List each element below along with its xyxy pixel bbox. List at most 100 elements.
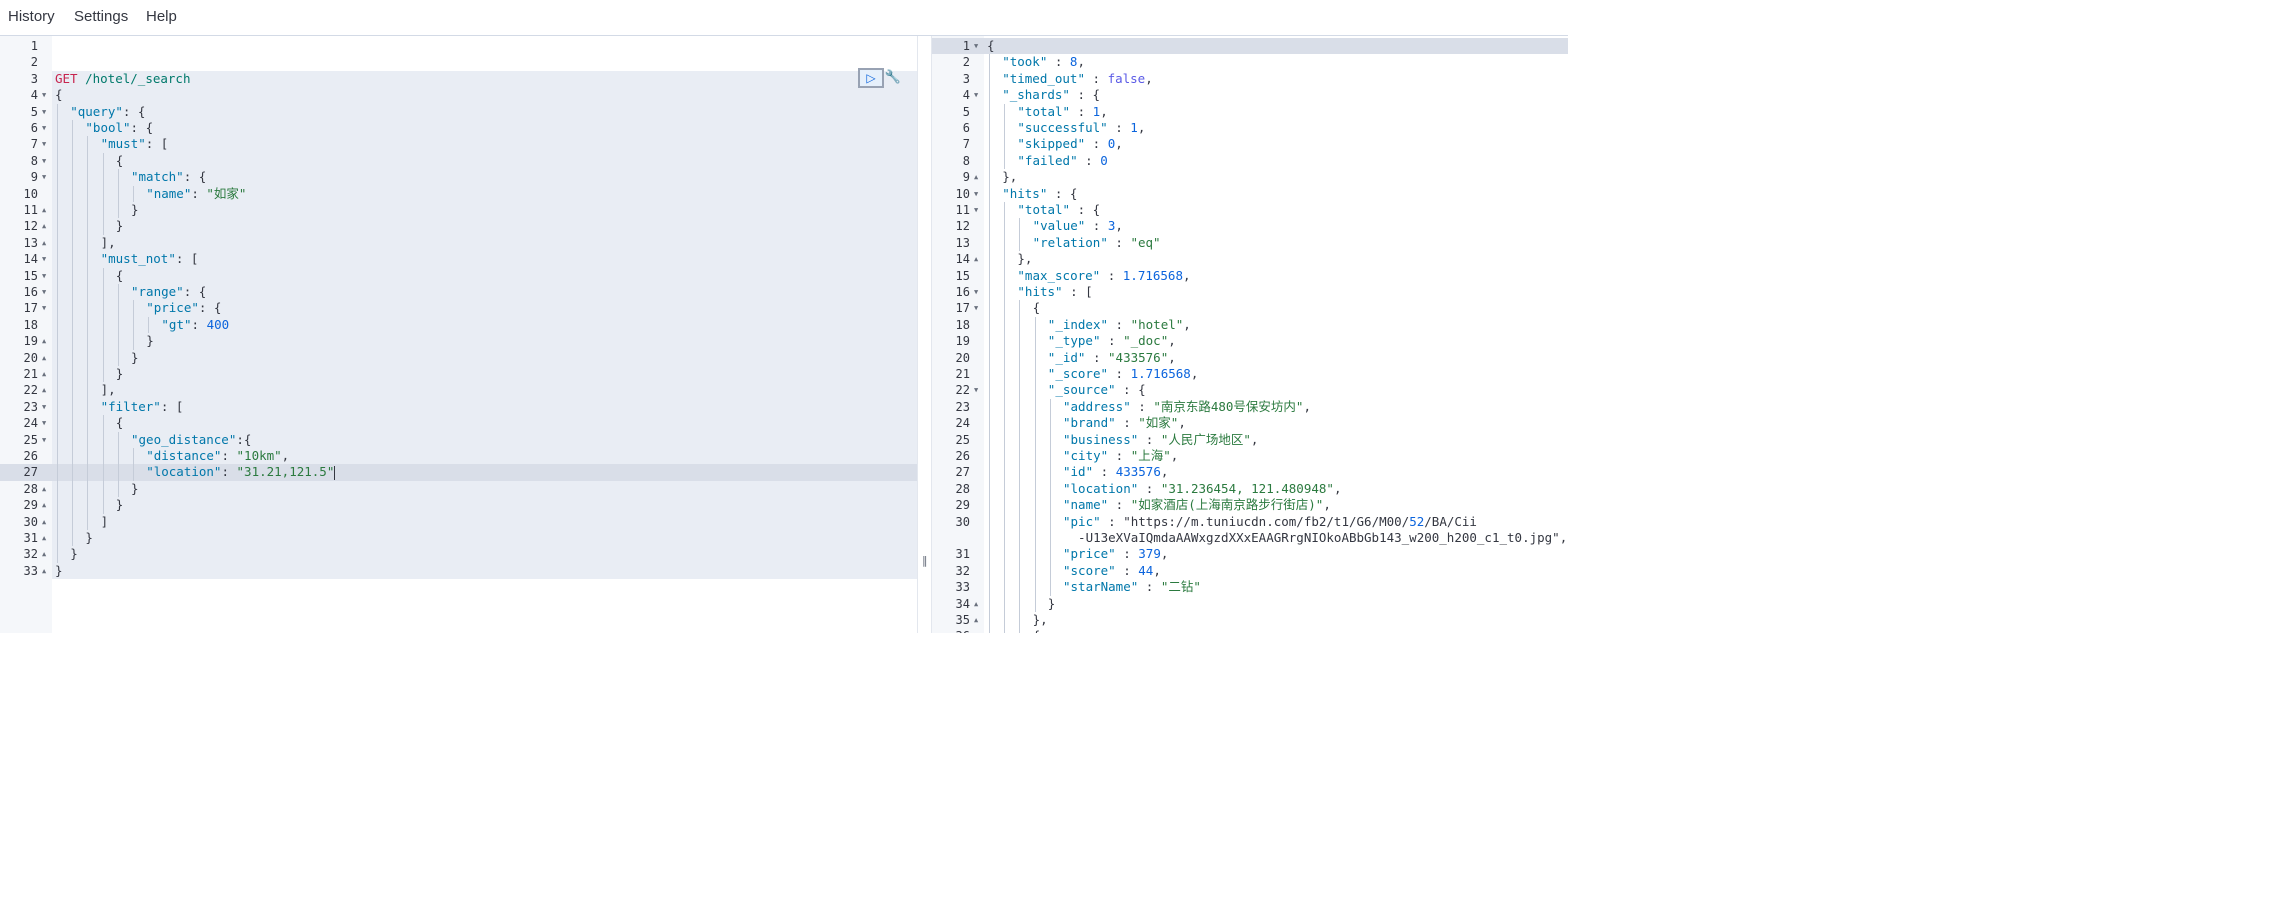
indent-guide bbox=[57, 513, 58, 530]
indent-guide bbox=[102, 169, 104, 186]
fold-up-icon[interactable]: ▲ bbox=[974, 596, 978, 612]
code-text: }, bbox=[1017, 251, 1033, 267]
fold-up-icon[interactable]: ▲ bbox=[974, 612, 978, 628]
indent-guide bbox=[72, 530, 74, 547]
indent-guide bbox=[1019, 333, 1021, 350]
indent-guide bbox=[1004, 103, 1006, 120]
fold-down-icon[interactable]: ▼ bbox=[42, 87, 46, 103]
drag-handle-icon[interactable]: ‖ bbox=[922, 554, 928, 567]
indent-guide bbox=[1034, 530, 1036, 547]
fold-up-icon[interactable]: ▲ bbox=[42, 481, 46, 497]
indent-guide bbox=[102, 431, 104, 448]
indent-guide bbox=[87, 464, 89, 481]
fold-up-icon[interactable]: ▲ bbox=[42, 514, 46, 530]
line-number: 7 bbox=[962, 137, 970, 152]
fold-up-icon[interactable]: ▲ bbox=[974, 169, 978, 185]
indent-guide bbox=[87, 349, 89, 366]
indent-guide bbox=[57, 398, 58, 416]
fold-down-icon[interactable]: ▼ bbox=[42, 136, 46, 152]
code-text: "city" : "上海", bbox=[1063, 448, 1179, 463]
indent-guide bbox=[989, 284, 990, 301]
fold-down-icon[interactable]: ▼ bbox=[42, 251, 46, 267]
fold-down-icon[interactable]: ▼ bbox=[974, 300, 978, 316]
indent-guide bbox=[989, 300, 990, 317]
fold-up-icon[interactable]: ▲ bbox=[42, 546, 46, 562]
fold-up-icon[interactable]: ▲ bbox=[42, 350, 46, 366]
line-number: 20 bbox=[23, 350, 38, 365]
indent-guide bbox=[1019, 218, 1021, 235]
request-actions-button[interactable]: 🔧 bbox=[884, 68, 902, 88]
code-text: "timed_out" : false, bbox=[1002, 70, 1153, 86]
fold-down-icon[interactable]: ▼ bbox=[974, 87, 978, 103]
indent-guide bbox=[1049, 530, 1051, 547]
code-text: "failed" : 0 bbox=[1017, 152, 1108, 168]
request-editor[interactable]: 1 2 3 GET /hotel/_search 4 ▼{5 ▼ "query": {6 ▼ "b… bbox=[0, 36, 917, 633]
indent-guide bbox=[72, 169, 74, 186]
response-viewer[interactable]: 1 ▼ {2 "took" : 8, 3 "timed_out" : false, 4 ▼ "_… bbox=[932, 36, 1568, 633]
fold-down-icon[interactable]: ▼ bbox=[974, 284, 978, 300]
indent-guide bbox=[102, 333, 104, 350]
indent-guide bbox=[1019, 349, 1021, 366]
fold-up-icon[interactable]: ▲ bbox=[42, 382, 46, 398]
indent-guide bbox=[87, 152, 89, 170]
code-text: } bbox=[55, 562, 63, 578]
fold-up-icon[interactable]: ▲ bbox=[42, 202, 46, 218]
code-text: "location": "31.21,121.5" bbox=[146, 464, 336, 480]
fold-down-icon[interactable]: ▼ bbox=[42, 169, 46, 185]
indent-guide bbox=[102, 152, 104, 170]
fold-up-icon[interactable]: ▲ bbox=[42, 366, 46, 382]
code-text: "name": "如家" bbox=[146, 185, 247, 201]
indent-guide bbox=[1034, 480, 1036, 498]
fold-up-icon[interactable]: ▲ bbox=[42, 563, 46, 579]
fold-down-icon[interactable]: ▼ bbox=[42, 399, 46, 415]
indent-guide bbox=[1034, 366, 1036, 383]
menu-history[interactable]: History bbox=[8, 8, 55, 25]
active-line-highlight bbox=[0, 464, 917, 481]
fold-up-icon[interactable]: ▲ bbox=[42, 235, 46, 251]
indent-guide bbox=[1004, 464, 1006, 481]
code-text: } bbox=[1047, 595, 1056, 611]
fold-down-icon[interactable]: ▼ bbox=[42, 120, 46, 136]
indent-guide bbox=[1049, 431, 1051, 448]
indent-guide bbox=[133, 464, 134, 481]
indent-guide bbox=[72, 185, 74, 202]
indent-guide bbox=[102, 300, 104, 317]
indent-guide bbox=[1019, 579, 1021, 596]
fold-down-icon[interactable]: ▼ bbox=[42, 415, 46, 431]
fold-down-icon[interactable]: ▼ bbox=[42, 268, 46, 284]
fold-down-icon[interactable]: ▼ bbox=[42, 432, 46, 448]
pane-divider[interactable]: ‖ bbox=[917, 36, 932, 633]
fold-down-icon[interactable]: ▼ bbox=[42, 300, 46, 316]
indent-guide bbox=[989, 415, 990, 432]
indent-guide bbox=[989, 398, 990, 416]
indent-guide bbox=[87, 431, 89, 448]
code-text: { bbox=[115, 415, 124, 431]
fold-down-icon[interactable]: ▼ bbox=[42, 104, 46, 120]
fold-down-icon[interactable]: ▼ bbox=[974, 186, 978, 202]
code-text: "took" : 8, bbox=[1002, 54, 1085, 70]
fold-up-icon[interactable]: ▲ bbox=[42, 530, 46, 546]
indent-guide bbox=[57, 234, 58, 252]
fold-down-icon[interactable]: ▼ bbox=[974, 202, 978, 218]
code-text: { bbox=[1033, 628, 1041, 633]
menu-help[interactable]: Help bbox=[146, 8, 177, 25]
fold-up-icon[interactable]: ▲ bbox=[42, 497, 46, 513]
fold-up-icon[interactable]: ▲ bbox=[42, 218, 46, 234]
line-number: 4 bbox=[962, 88, 970, 103]
fold-up-icon[interactable]: ▲ bbox=[42, 333, 46, 349]
code-text: "range": { bbox=[131, 284, 207, 299]
fold-up-icon[interactable]: ▲ bbox=[974, 251, 978, 267]
line-number: 17 bbox=[23, 301, 38, 316]
code-text: { bbox=[115, 152, 124, 168]
indent-guide bbox=[1034, 497, 1036, 514]
indent-guide bbox=[989, 513, 990, 530]
fold-down-icon[interactable]: ▼ bbox=[974, 382, 978, 398]
fold-down-icon[interactable]: ▼ bbox=[974, 38, 978, 54]
fold-down-icon[interactable]: ▼ bbox=[42, 284, 46, 300]
line-number: 13 bbox=[955, 235, 970, 250]
indent-guide bbox=[1034, 333, 1036, 350]
menu-settings[interactable]: Settings bbox=[74, 8, 128, 25]
indent-guide bbox=[87, 382, 89, 399]
fold-down-icon[interactable]: ▼ bbox=[42, 153, 46, 169]
send-request-button[interactable]: ▷ bbox=[858, 68, 884, 88]
